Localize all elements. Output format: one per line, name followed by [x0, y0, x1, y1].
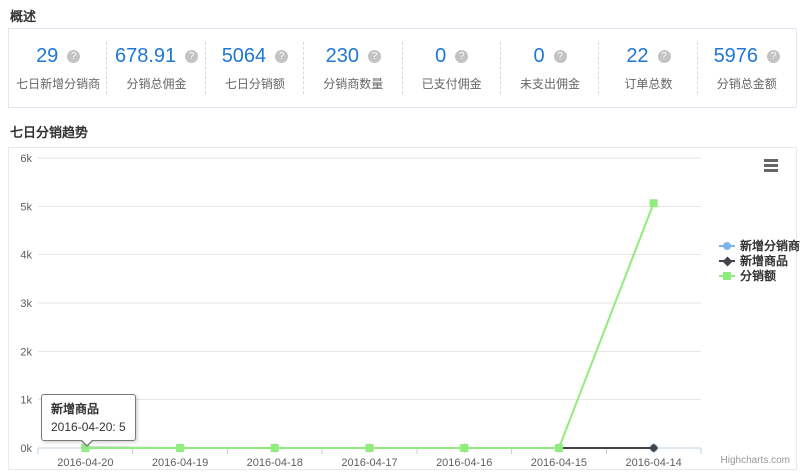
y-axis-label: 6k: [20, 153, 32, 165]
help-icon[interactable]: ?: [368, 50, 381, 63]
stat-label: 订单总数: [624, 75, 672, 92]
y-axis-label: 3k: [20, 298, 32, 310]
legend-item-new-products[interactable]: 新增商品: [719, 253, 800, 268]
stat-label: 分销商数量: [323, 75, 383, 92]
data-point-new-products[interactable]: [649, 444, 658, 453]
distribution-dashboard: 概述 29 ? 七日新增分销商 678.91 ? 分销总佣金 5064 ? 七日…: [0, 0, 806, 476]
stat-label: 分销总佣金: [127, 75, 187, 92]
y-axis-label: 0k: [20, 443, 32, 455]
legend-square-marker-icon: [719, 271, 735, 281]
tooltip-value: 2016-04-20: 5: [51, 420, 126, 434]
stat-value: 230: [326, 45, 359, 68]
stat-label: 未支出佣金: [520, 75, 580, 92]
legend-item-distribution-amount[interactable]: 分销额: [719, 268, 800, 283]
stats-panel: 29 ? 七日新增分销商 678.91 ? 分销总佣金 5064 ? 七日分销额…: [8, 28, 797, 108]
series-line-distribution-amount: [85, 203, 653, 448]
stat-card: 5976 ? 分销总金额: [698, 29, 796, 107]
data-point-distribution-amount[interactable]: [176, 444, 184, 452]
help-icon[interactable]: ?: [185, 50, 198, 63]
x-axis-label: 2016-04-16: [436, 457, 492, 469]
stat-card: 678.91 ? 分销总佣金: [107, 29, 205, 107]
stat-value: 5976: [714, 45, 759, 68]
x-axis-label: 2016-04-17: [341, 457, 397, 469]
stat-value-row: 22 ?: [626, 45, 670, 68]
stat-value: 5064: [222, 45, 267, 68]
stat-card: 0 ? 未支出佣金: [501, 29, 599, 107]
stat-card: 22 ? 订单总数: [599, 29, 697, 107]
legend-label: 分销额: [740, 267, 776, 284]
stat-label: 七日分销额: [225, 75, 285, 92]
y-axis-label: 1k: [20, 395, 32, 407]
stat-card: 230 ? 分销商数量: [304, 29, 402, 107]
stat-value-row: 0 ?: [435, 45, 468, 68]
legend-item-new-distributors[interactable]: 新增分销商: [719, 238, 800, 253]
stat-card: 5064 ? 七日分销额: [206, 29, 304, 107]
help-icon[interactable]: ?: [275, 50, 288, 63]
stat-card: 0 ? 已支付佣金: [403, 29, 501, 107]
x-axis-label: 2016-04-20: [57, 457, 113, 469]
legend-circle-marker-icon: [719, 241, 735, 251]
y-axis-label: 2k: [20, 346, 32, 358]
data-point-distribution-amount[interactable]: [650, 199, 658, 207]
chart-export-menu-button[interactable]: [764, 159, 778, 172]
highcharts-credits[interactable]: Highcharts.com: [721, 455, 790, 466]
stat-value: 678.91: [115, 45, 176, 68]
stat-value-row: 29 ?: [36, 45, 80, 68]
data-point-distribution-amount[interactable]: [271, 444, 279, 452]
stat-value-row: 230 ?: [326, 45, 381, 68]
x-axis-label: 2016-04-19: [152, 457, 208, 469]
stat-value-row: 0 ?: [534, 45, 567, 68]
x-axis-label: 2016-04-15: [531, 457, 587, 469]
x-axis-label: 2016-04-18: [247, 457, 303, 469]
legend-diamond-marker-icon: [719, 256, 735, 266]
stat-label: 七日新增分销商: [16, 75, 100, 92]
help-icon[interactable]: ?: [767, 50, 780, 63]
data-point-distribution-amount[interactable]: [366, 444, 374, 452]
data-point-distribution-amount[interactable]: [460, 444, 468, 452]
x-axis-label: 2016-04-14: [626, 457, 682, 469]
overview-section-title: 概述: [10, 6, 36, 25]
stat-card: 29 ? 七日新增分销商: [9, 29, 107, 107]
stat-label: 已支付佣金: [422, 75, 482, 92]
help-icon[interactable]: ?: [554, 50, 567, 63]
stat-value-row: 5064 ?: [222, 45, 289, 68]
hamburger-icon: [764, 159, 778, 162]
trend-section-title: 七日分销趋势: [10, 122, 88, 141]
stat-label: 分销总金额: [717, 75, 777, 92]
y-axis-label: 5k: [20, 201, 32, 213]
stat-value-row: 678.91 ?: [115, 45, 198, 68]
help-icon[interactable]: ?: [455, 50, 468, 63]
stat-value: 0: [435, 45, 446, 68]
stat-value-row: 5976 ?: [714, 45, 781, 68]
trend-chart-panel: 0k 1k 2k 3k 4k 5k 6k 2016-04-20 2016-04-19 2016-0…: [8, 147, 797, 470]
chart-tooltip: 新增商品 2016-04-20: 5: [41, 394, 136, 441]
stat-value: 29: [36, 45, 58, 68]
stat-value: 22: [626, 45, 648, 68]
y-axis-label: 4k: [20, 250, 32, 262]
data-point-distribution-amount[interactable]: [555, 444, 563, 452]
help-icon[interactable]: ?: [658, 50, 671, 63]
chart-legend: 新增分销商 新增商品 分销额: [719, 238, 800, 283]
stat-value: 0: [534, 45, 545, 68]
help-icon[interactable]: ?: [67, 50, 80, 63]
tooltip-series-name: 新增商品: [51, 400, 126, 417]
